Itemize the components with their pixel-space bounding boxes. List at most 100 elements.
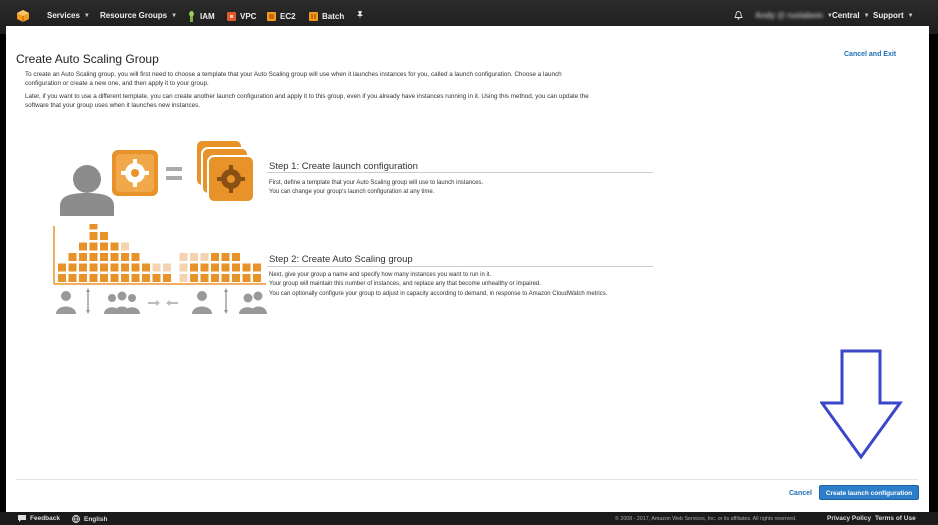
- launch-configuration-illustration: [60, 139, 255, 216]
- instance-square: [89, 274, 98, 282]
- step2-text: Next, give your group a name and specify…: [269, 271, 649, 299]
- instance-square: [131, 253, 140, 261]
- instance-square: [100, 253, 108, 261]
- page-title: Create Auto Scaling Group: [16, 52, 159, 66]
- instance-square: [221, 274, 230, 282]
- shortcut-batch[interactable]: Batch: [309, 11, 344, 22]
- instance-square: [110, 253, 119, 261]
- instance-square: [89, 263, 98, 272]
- instance-square: [100, 242, 108, 251]
- instance-square: [68, 253, 77, 261]
- cancel-link[interactable]: Cancel: [789, 490, 812, 497]
- instance-square: [253, 274, 261, 282]
- step1-line-2: You can change your group's launch confi…: [269, 189, 435, 196]
- step1-line-1: First, define a template that your Auto …: [269, 180, 484, 186]
- support-label: Support: [873, 11, 904, 20]
- instance-square: [163, 274, 171, 282]
- ec2-label: EC2: [280, 12, 296, 21]
- intro-paragraph-2: Later, if you want to use a different te…: [25, 93, 589, 109]
- instance-square: [152, 274, 161, 282]
- globe-icon: [72, 515, 80, 523]
- privacy-policy-link[interactable]: Privacy Policy: [827, 515, 871, 522]
- language-selector[interactable]: English: [72, 515, 107, 523]
- batch-icon: [309, 12, 318, 21]
- shortcut-ec2[interactable]: EC2: [267, 11, 296, 22]
- pending-instance-square: [152, 263, 161, 272]
- chevron-down-icon: ▼: [171, 12, 178, 19]
- instance-square: [142, 274, 150, 282]
- account-menu[interactable]: Andy @ ruslabem ▼: [755, 11, 833, 20]
- iam-icon: [189, 11, 194, 22]
- instance-square: [211, 263, 219, 272]
- instance-square: [211, 274, 219, 282]
- step1-text: First, define a template that your Auto …: [269, 179, 649, 198]
- batch-label: Batch: [322, 12, 345, 21]
- instance-bars-icon: [58, 224, 261, 282]
- region-menu[interactable]: Central ▼: [832, 11, 870, 20]
- speech-bubble-icon: [18, 515, 26, 522]
- down-arrow-annotation-icon: [820, 349, 903, 460]
- instance-square: [232, 253, 240, 261]
- instance-square: [100, 263, 108, 272]
- ec2-icon: [267, 12, 276, 21]
- terms-of-use-link[interactable]: Terms of Use: [875, 515, 916, 522]
- cancel-and-exit-link[interactable]: Cancel and Exit: [844, 51, 896, 58]
- instance-square: [110, 242, 119, 251]
- shortcut-vpc[interactable]: VPC: [227, 11, 256, 22]
- iam-label: IAM: [200, 12, 215, 21]
- gear-stack-icon: [195, 139, 255, 203]
- step2-line-1: Next, give your group a name and specify…: [269, 272, 492, 278]
- auto-scaling-illustration: [53, 224, 267, 314]
- instance-square: [79, 242, 87, 251]
- instance-square: [79, 274, 87, 282]
- instance-square: [211, 253, 219, 261]
- user-scaling-icons: [56, 288, 267, 314]
- chevron-down-icon: ▼: [863, 12, 870, 19]
- pending-instance-square: [163, 263, 171, 272]
- pin-icon[interactable]: [356, 11, 364, 19]
- pending-instance-square: [200, 253, 209, 261]
- instance-square: [110, 274, 119, 282]
- gear-config-icon: [112, 150, 158, 196]
- instance-square: [89, 232, 98, 240]
- instance-square: [232, 274, 240, 282]
- bell-icon: [734, 11, 743, 20]
- step2-line-2: Your group will maintain this number of …: [269, 281, 541, 288]
- instance-square: [190, 263, 198, 272]
- account-label: Andy @ ruslabem: [755, 11, 823, 20]
- intro-paragraph-1: To create an Auto Scaling group, you wil…: [25, 71, 562, 87]
- instance-square: [221, 263, 230, 272]
- instance-square: [58, 263, 66, 272]
- instance-square: [121, 263, 129, 272]
- instance-square: [100, 274, 108, 282]
- instance-square: [242, 263, 251, 272]
- shortcut-iam[interactable]: IAM: [187, 11, 215, 22]
- aws-cube-icon[interactable]: [16, 9, 30, 23]
- resource-groups-label: Resource Groups: [100, 11, 168, 20]
- pending-instance-square: [121, 242, 129, 251]
- instance-square: [200, 263, 209, 272]
- step1-title: Step 1: Create launch configuration: [269, 161, 418, 172]
- equals-icon: [166, 167, 182, 180]
- copyright-text: © 2008 - 2017, Amazon Web Services, Inc.…: [615, 516, 797, 522]
- instance-square: [131, 274, 140, 282]
- resource-groups-menu[interactable]: Resource Groups ▼: [100, 11, 177, 20]
- instance-square: [110, 263, 119, 272]
- instance-square: [131, 263, 140, 272]
- instance-square: [242, 274, 251, 282]
- main-content: Create Auto Scaling Group Cancel and Exi…: [6, 26, 929, 512]
- actions-divider: [16, 479, 918, 480]
- chevron-down-icon: ▼: [907, 12, 914, 19]
- instance-square: [89, 224, 98, 230]
- create-launch-configuration-button[interactable]: Create launch configuration: [819, 485, 919, 500]
- services-label: Services: [47, 11, 80, 20]
- instance-square: [58, 274, 66, 282]
- support-menu[interactable]: Support ▼: [873, 11, 914, 20]
- services-menu[interactable]: Services ▼: [47, 11, 90, 20]
- step1-divider: [267, 172, 653, 173]
- pending-instance-square: [179, 253, 188, 261]
- feedback-link[interactable]: Feedback: [18, 515, 60, 522]
- vpc-icon: [227, 12, 236, 21]
- notifications-bell[interactable]: [734, 11, 743, 20]
- pending-instance-square: [179, 274, 188, 282]
